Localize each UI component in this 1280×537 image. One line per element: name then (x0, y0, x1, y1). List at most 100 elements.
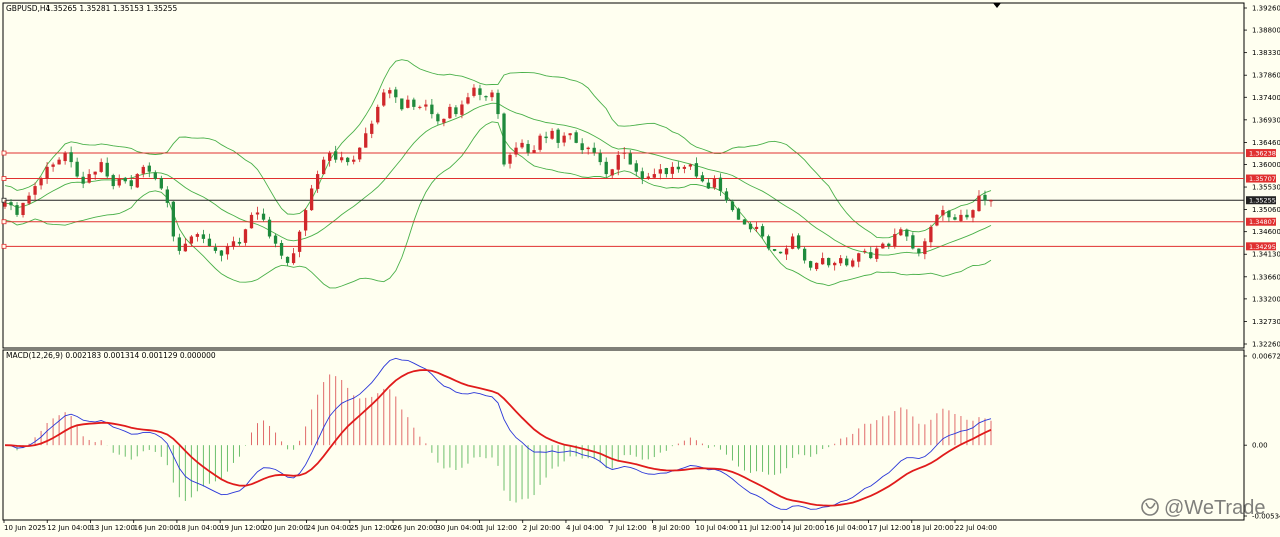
candle-bull (923, 241, 927, 255)
candle-bear (279, 242, 284, 256)
candle-bear (285, 256, 290, 263)
candle-bear (706, 182, 711, 189)
candle-bull (406, 99, 410, 108)
candle-bull (87, 174, 91, 183)
price-tick-label: 1.33660 (1252, 273, 1280, 281)
candle-bull (833, 262, 837, 266)
chart-window[interactable]: 1.36238 1.35707 1.35255 1.34807 1.34295 1.39… (0, 0, 1280, 537)
candle-bull (568, 133, 572, 136)
candle-bear (147, 165, 151, 172)
horizontal-levels[interactable]: 1.36238 1.35707 1.35255 1.34807 1.34295 (1, 149, 1276, 251)
candle-bear (905, 229, 909, 237)
candle-bull (321, 159, 326, 175)
price-tick-label: 1.38800 (1252, 27, 1280, 35)
candle-bull (784, 248, 789, 255)
price-panel-frame (2, 2, 1245, 349)
watermark-text: @WeTrade (1164, 497, 1265, 519)
candle-bear (502, 113, 506, 165)
candle-bull (189, 236, 194, 244)
candle-bear (484, 96, 488, 98)
candle-bear (213, 247, 218, 251)
candle-bear (177, 237, 182, 251)
wetrade-logo-icon (1141, 498, 1159, 516)
candle-bull (899, 229, 903, 236)
candle-bull (839, 258, 843, 264)
candle-bear (430, 104, 434, 115)
candle-bull (851, 260, 855, 267)
candle-bull (754, 226, 759, 229)
level-left-handle[interactable] (1, 243, 7, 249)
candle-bull (863, 250, 867, 252)
candle-bull (538, 135, 542, 150)
level-price-label: 1.36238 (1249, 150, 1276, 158)
candle-bear (730, 201, 735, 211)
candle-bull (929, 226, 933, 243)
candle-bull (712, 178, 717, 188)
time-tick-label: 12 Jun 04:00 (47, 524, 91, 532)
candle-bear (634, 163, 638, 172)
candle-bull (490, 92, 494, 98)
candle-bull (646, 176, 650, 179)
candle-bear (9, 202, 13, 206)
candle-bear (724, 191, 729, 201)
candle-bull (315, 174, 320, 189)
candle-bear (69, 152, 73, 163)
time-tick-label: 25 Jun 12:00 (350, 524, 394, 532)
candle-bear (947, 210, 951, 218)
candle-bear (75, 161, 79, 177)
candle-bear (159, 178, 163, 189)
level-price-label: 1.34807 (1249, 218, 1276, 226)
level-left-handle[interactable] (1, 150, 7, 156)
candle-bull (27, 195, 31, 204)
candle-bear (81, 176, 85, 184)
candle-bull (255, 212, 260, 215)
candle-bull (358, 147, 362, 160)
candle-bull (586, 147, 590, 150)
candle-bull (424, 104, 428, 107)
price-tick-label: 1.37400 (1252, 94, 1280, 102)
time-tick-label: 19 Jun 12:00 (220, 524, 264, 532)
candle-bull (231, 241, 236, 247)
candle-bear (105, 162, 109, 177)
time-tick-label: 17 Jul 12:00 (869, 524, 911, 532)
candle-bear (772, 249, 777, 251)
candle-bull (520, 142, 524, 148)
time-axis: 10 Jun 2025 12 Jun 04:0013 Jun 12:0016 Ju… (3, 520, 997, 532)
candle-bull (616, 154, 620, 170)
price-tick-label: 1.34600 (1252, 228, 1280, 236)
candle-bull (881, 243, 885, 249)
candle-bull (682, 166, 687, 169)
price-tick-label: 1.38330 (1252, 49, 1280, 57)
macd-indicator: 0.0067270.00-0.005342 (4, 353, 1280, 521)
candle-bull (442, 118, 446, 123)
candle-bear (742, 219, 747, 225)
candle-bear (436, 114, 440, 122)
price-chart[interactable]: 1.36238 1.35707 1.35255 1.34807 1.34295 1.39… (0, 0, 1280, 537)
candles (3, 84, 993, 272)
candle-bull (340, 157, 344, 161)
candle-bull (3, 202, 7, 207)
candle-bull (141, 166, 145, 174)
chart-shift-marker-icon[interactable] (993, 3, 1001, 8)
price-tick-label: 1.37860 (1252, 72, 1280, 80)
candle-bear (911, 235, 915, 249)
candle-bull (135, 174, 139, 188)
candle-bear (201, 234, 206, 239)
candle-bull (977, 195, 981, 212)
candle-bull (652, 174, 656, 178)
candle-bull (93, 171, 97, 175)
candle-bear (718, 177, 723, 191)
candle-bear (640, 171, 644, 179)
candle-bear (237, 241, 242, 244)
time-tick-label: 13 Jun 12:00 (90, 524, 134, 532)
macd-tick-label: 0.00 (1252, 442, 1268, 450)
candle-bull (670, 166, 675, 174)
level-left-handle[interactable] (1, 219, 7, 225)
price-tick-label: 1.32260 (1252, 341, 1280, 349)
candle-bull (688, 164, 693, 167)
candle-bear (917, 248, 921, 254)
candle-bear (165, 189, 169, 203)
level-left-handle[interactable] (1, 176, 7, 181)
candle-bull (989, 200, 993, 202)
candle-bull (472, 87, 476, 96)
